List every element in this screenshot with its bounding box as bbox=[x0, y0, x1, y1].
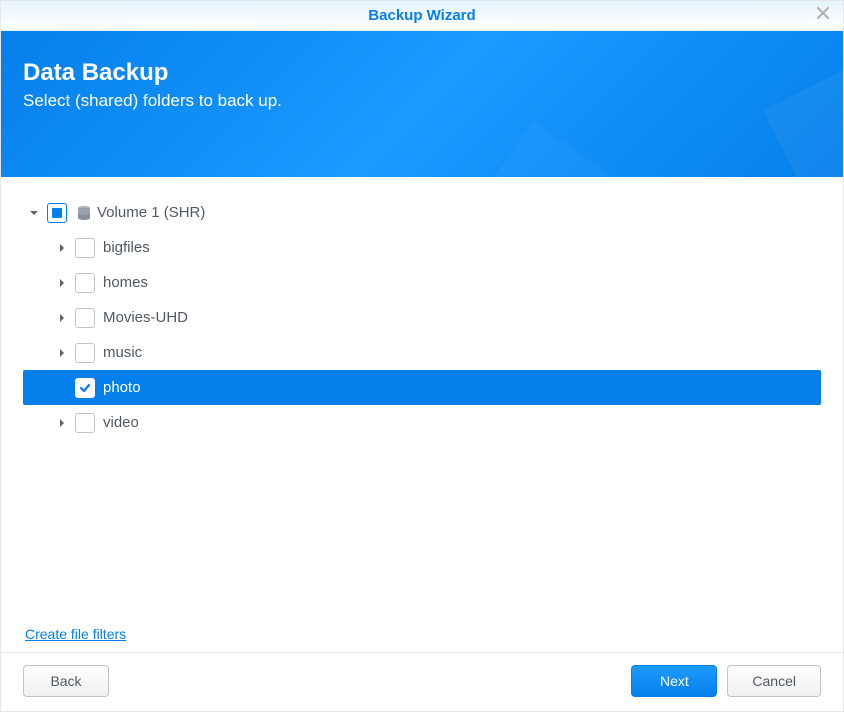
checkbox[interactable] bbox=[75, 238, 95, 258]
tree-label: homes bbox=[103, 274, 148, 291]
close-button[interactable] bbox=[811, 5, 835, 29]
tree-label: Volume 1 (SHR) bbox=[97, 204, 205, 221]
next-button[interactable]: Next bbox=[631, 665, 717, 697]
tree-label: bigfiles bbox=[103, 239, 150, 256]
tree-row[interactable]: music bbox=[23, 335, 821, 370]
expander-icon[interactable] bbox=[27, 206, 41, 220]
page-title: Data Backup bbox=[23, 59, 821, 87]
tree-label: Movies-UHD bbox=[103, 309, 188, 326]
tree-label: video bbox=[103, 414, 139, 431]
checkbox[interactable] bbox=[75, 413, 95, 433]
checkbox[interactable] bbox=[75, 378, 95, 398]
tree-row[interactable]: Movies-UHD bbox=[23, 300, 821, 335]
expander-icon[interactable] bbox=[55, 381, 69, 395]
folder-tree: Volume 1 (SHR) bigfiles homes Movies-UHD mus… bbox=[23, 195, 821, 618]
titlebar: Backup Wizard bbox=[1, 1, 843, 31]
expander-icon[interactable] bbox=[55, 241, 69, 255]
page-subtitle: Select (shared) folders to back up. bbox=[23, 91, 821, 111]
wizard-header: Data Backup Select (shared) folders to b… bbox=[1, 31, 843, 177]
tree-row-root[interactable]: Volume 1 (SHR) bbox=[23, 195, 821, 230]
tree-row[interactable]: photo bbox=[23, 370, 821, 405]
create-file-filters-link[interactable]: Create file filters bbox=[25, 626, 821, 642]
cancel-button[interactable]: Cancel bbox=[727, 665, 821, 697]
volume-icon bbox=[75, 204, 93, 222]
expander-icon[interactable] bbox=[55, 346, 69, 360]
expander-icon[interactable] bbox=[55, 416, 69, 430]
checkbox[interactable] bbox=[75, 343, 95, 363]
tree-row[interactable]: homes bbox=[23, 265, 821, 300]
tree-label: music bbox=[103, 344, 142, 361]
backup-wizard-dialog: Backup Wizard Data Backup Select (shared… bbox=[0, 0, 844, 712]
content-area: Volume 1 (SHR) bigfiles homes Movies-UHD mus… bbox=[1, 177, 843, 652]
checkbox[interactable] bbox=[75, 308, 95, 328]
expander-icon[interactable] bbox=[55, 311, 69, 325]
footer: Back Next Cancel bbox=[1, 652, 843, 711]
back-button[interactable]: Back bbox=[23, 665, 109, 697]
expander-icon[interactable] bbox=[55, 276, 69, 290]
dialog-title: Backup Wizard bbox=[1, 7, 843, 24]
checkbox[interactable] bbox=[75, 273, 95, 293]
checkbox[interactable] bbox=[47, 203, 67, 223]
tree-row[interactable]: video bbox=[23, 405, 821, 440]
tree-label: photo bbox=[103, 379, 141, 396]
tree-row[interactable]: bigfiles bbox=[23, 230, 821, 265]
